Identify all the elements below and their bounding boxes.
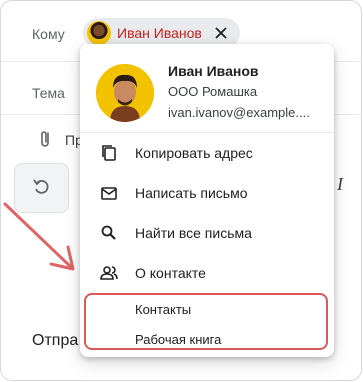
send-text: Отпра [32, 332, 79, 349]
contact-card: Иван Иванов ООО Ромашка ivan.ivanov@exam… [80, 44, 334, 357]
close-icon[interactable] [211, 23, 231, 43]
menu-item-copy-address[interactable]: Копировать адрес [80, 133, 334, 173]
menu-item-label: Найти все письма [135, 225, 252, 241]
contact-info-icon [99, 263, 119, 283]
recipient-chip-name: Иван Иванов [117, 25, 202, 41]
copy-icon [99, 143, 119, 163]
menu-item-about-contact[interactable]: О контакте [80, 253, 334, 293]
contact-email[interactable]: ivan.ivanov@example.... [168, 105, 310, 120]
recipient-avatar [87, 21, 111, 45]
menu-item-workbook[interactable]: Рабочая книга [135, 332, 221, 347]
menu-item-find-emails[interactable]: Найти все письма [80, 213, 334, 253]
menu-item-label: Копировать адрес [135, 145, 253, 161]
search-icon [99, 223, 119, 243]
italic-icon[interactable]: I [337, 174, 343, 195]
menu-item-contacts[interactable]: Контакты [135, 302, 191, 317]
paperclip-icon[interactable] [37, 129, 55, 149]
subject-label: Тема [32, 85, 65, 101]
contact-name: Иван Иванов [168, 63, 259, 79]
contact-company: ООО Ромашка [168, 84, 258, 99]
menu-item-write-email[interactable]: Написать письмо [80, 173, 334, 213]
menu-item-label: Написать письмо [135, 185, 248, 201]
undo-icon[interactable] [31, 176, 51, 196]
contact-avatar [96, 64, 154, 122]
mail-icon [99, 183, 119, 203]
to-label: Кому [32, 26, 65, 42]
menu-item-label: О контакте [135, 265, 206, 281]
